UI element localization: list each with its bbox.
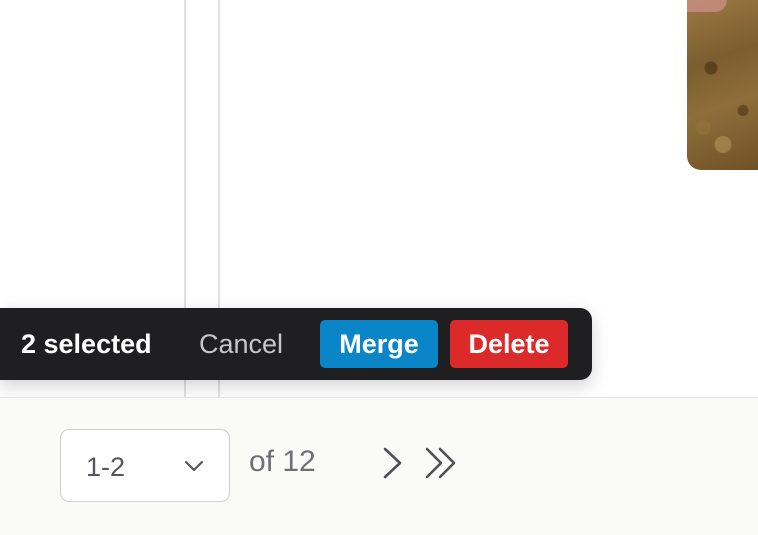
double-chevron-right-icon[interactable] [424,446,458,480]
cancel-button[interactable]: Cancel [199,325,283,363]
pagination-footer: 1-2 of 12 [0,397,758,535]
selection-action-bar: 2 selected Cancel Merge Delete [0,308,592,380]
page-range-select[interactable]: 1-2 [60,429,230,502]
page-range-value: 1-2 [86,452,126,482]
selected-count: 2 selected [21,329,152,359]
page-total: of 12 [249,445,316,478]
chevron-right-icon[interactable] [381,446,405,480]
image-thumbnail[interactable] [687,0,758,170]
thumbnail-detail [687,0,727,12]
delete-button[interactable]: Delete [450,320,568,368]
merge-button[interactable]: Merge [320,320,438,368]
chevron-down-icon [184,460,204,472]
